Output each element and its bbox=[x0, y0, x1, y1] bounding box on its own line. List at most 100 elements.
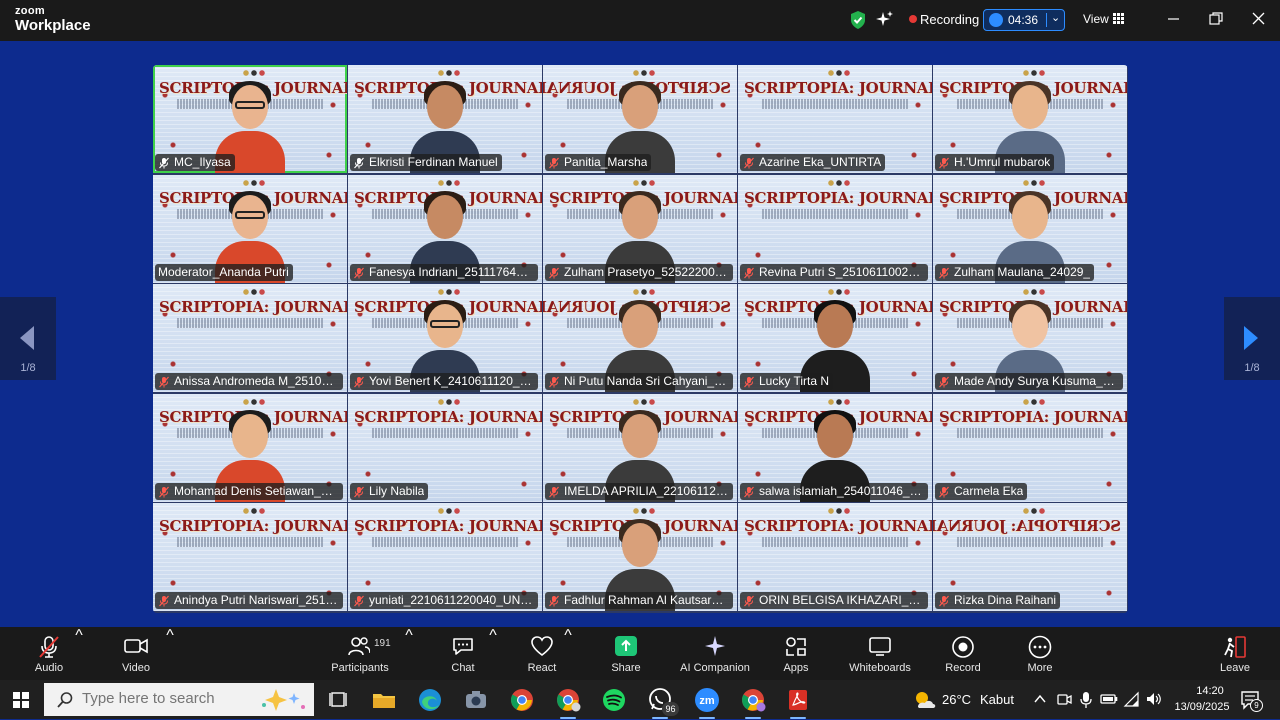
search-input[interactable] bbox=[82, 690, 232, 707]
chat-options-caret-icon[interactable]: ^ bbox=[488, 627, 498, 680]
participant-tile[interactable]: SCRIPTOPIA: JOURNAL TALKS Azarine Eka_UNT… bbox=[738, 65, 932, 173]
participant-tile[interactable]: SCRIPTOPIA: JOURNAL TALKSFanesya Indrian… bbox=[348, 175, 542, 283]
audio-options-caret-icon[interactable]: ^ bbox=[74, 627, 84, 680]
notification-count: 9 bbox=[1250, 699, 1263, 712]
meeting-timer[interactable]: 04:36 ⌄ bbox=[983, 9, 1065, 31]
participant-tile[interactable]: SCRIPTOPIA: JOURNAL TALKSIMELDA APRILIA_… bbox=[543, 394, 737, 502]
weather-condition[interactable]: Kabut bbox=[980, 692, 1014, 707]
taskbar-date[interactable]: 13/09/2025 bbox=[1170, 701, 1234, 713]
chrome-icon[interactable] bbox=[507, 685, 537, 715]
participant-tile[interactable]: SCRIPTOPIA: JOURNAL TALKSModerator_Anand… bbox=[153, 175, 347, 283]
muted-mic-icon bbox=[744, 267, 754, 278]
muted-mic-icon bbox=[549, 267, 559, 278]
share-button[interactable]: Share bbox=[605, 627, 647, 680]
participant-tile[interactable]: SCRIPTOPIA: JOURNAL TALKSsalwa islamiah_… bbox=[738, 394, 932, 502]
participant-tile[interactable]: SCRIPTOPIA: JOURNAL TALKS ORIN BELGISA IK… bbox=[738, 503, 932, 611]
participant-tile[interactable]: SCRIPTOPIA: JOURNAL TALKSMohamad Denis S… bbox=[153, 394, 347, 502]
recording-label[interactable]: Recording bbox=[920, 12, 979, 27]
windows-start-icon[interactable] bbox=[13, 692, 29, 708]
react-options-caret-icon[interactable]: ^ bbox=[563, 627, 573, 680]
participant-tile[interactable]: SCRIPTOPIA: JOURNAL TALKSNi Putu Nanda S… bbox=[543, 284, 737, 392]
chat-label: Chat bbox=[451, 662, 475, 674]
participant-name: Zulham Maulana_24029_ bbox=[954, 265, 1091, 279]
apps-button[interactable]: Apps bbox=[775, 627, 817, 680]
participant-name-tag: IMELDA APRILIA_22106112200... bbox=[545, 483, 733, 500]
participant-tile[interactable]: SCRIPTOPIA: JOURNAL TALKSZulham Prasetyo… bbox=[543, 175, 737, 283]
react-button[interactable]: React bbox=[521, 627, 563, 680]
participant-tile[interactable]: SCRIPTOPIA: JOURNAL TALKSYovi Benert K_2… bbox=[348, 284, 542, 392]
participant-tile[interactable]: SCRIPTOPIA: JOURNAL TALKS Anissa Andromed… bbox=[153, 284, 347, 392]
banner-decoration bbox=[828, 289, 850, 295]
participant-tile[interactable]: SCRIPTOPIA: JOURNAL TALKSPanitia_Marsha bbox=[543, 65, 737, 173]
participant-name-tag: Anissa Andromeda M_251061... bbox=[155, 373, 343, 390]
participant-tile[interactable]: SCRIPTOPIA: JOURNAL TALKSZulham Maulana_… bbox=[933, 175, 1127, 283]
meeting-controls: Audio ^ Video ^ 191 Participants ^ Chat … bbox=[0, 627, 1280, 680]
weather-icon[interactable] bbox=[912, 689, 938, 716]
video-options-caret-icon[interactable]: ^ bbox=[165, 627, 175, 680]
camera-app-icon[interactable] bbox=[461, 685, 491, 715]
participants-button[interactable]: 191 Participants bbox=[328, 627, 392, 680]
chrome-alt-profile-icon[interactable] bbox=[738, 685, 768, 719]
sparkle-icon[interactable] bbox=[875, 10, 895, 35]
participant-tile[interactable]: SCRIPTOPIA: JOURNAL TALKS yuniati_2210611… bbox=[348, 503, 542, 611]
participant-name-tag: Elkristi Ferdinan Manuel bbox=[350, 154, 502, 171]
chat-button[interactable]: Chat bbox=[442, 627, 484, 680]
more-button[interactable]: More bbox=[1019, 627, 1061, 680]
participant-tile[interactable]: SCRIPTOPIA: JOURNAL TALKS Revina Putri S_… bbox=[738, 175, 932, 283]
edge-browser-icon[interactable] bbox=[415, 685, 445, 715]
participant-tile[interactable]: SCRIPTOPIA: JOURNAL TALKSElkristi Ferdin… bbox=[348, 65, 542, 173]
participants-options-caret-icon[interactable]: ^ bbox=[404, 627, 414, 680]
participant-tile[interactable]: SCRIPTOPIA: JOURNAL TALKSFadhlur Rahman … bbox=[543, 503, 737, 611]
zoom-app-icon[interactable]: zm bbox=[692, 685, 722, 719]
participant-name: H.'Umrul mubarok bbox=[954, 155, 1051, 169]
view-button[interactable]: View bbox=[1083, 12, 1109, 26]
battery-icon[interactable] bbox=[1100, 691, 1118, 712]
notification-icon[interactable]: 9 bbox=[1240, 689, 1263, 716]
participant-name-tag: Lucky Tirta N bbox=[740, 373, 834, 390]
task-view-icon[interactable] bbox=[323, 685, 353, 715]
speaker-icon[interactable] bbox=[1145, 691, 1163, 712]
heart-icon bbox=[530, 635, 554, 662]
record-button[interactable]: Record bbox=[941, 627, 985, 680]
participant-tile[interactable]: SCRIPTOPIA: JOURNAL TALKSH.'Umrul mubaro… bbox=[933, 65, 1127, 173]
whiteboards-button[interactable]: Whiteboards bbox=[844, 627, 916, 680]
video-button[interactable]: Video bbox=[115, 627, 157, 680]
file-explorer-icon[interactable] bbox=[369, 685, 399, 715]
close-icon[interactable] bbox=[1247, 8, 1271, 30]
clock-icon bbox=[989, 13, 1003, 27]
chevron-down-icon[interactable]: ⌄ bbox=[1051, 11, 1060, 24]
banner-decoration bbox=[438, 180, 460, 186]
participant-tile[interactable]: SCRIPTOPIA: JOURNAL TALKSMade Andy Surya… bbox=[933, 284, 1127, 392]
ai-companion-button[interactable]: AI Companion bbox=[676, 627, 754, 680]
leave-button[interactable]: Leave bbox=[1214, 627, 1256, 680]
participant-tile[interactable]: SCRIPTOPIA: JOURNAL TALKSMC_Ilyasa bbox=[153, 65, 347, 173]
participant-name: Carmela Eka bbox=[954, 484, 1024, 498]
participant-tile[interactable]: SCRIPTOPIA: JOURNAL TALKS Anindya Putri N… bbox=[153, 503, 347, 611]
taskbar-time[interactable]: 14:20 bbox=[1186, 685, 1234, 697]
weather-temperature[interactable]: 26°C bbox=[942, 692, 971, 707]
shield-check-icon[interactable] bbox=[849, 10, 867, 35]
minimize-icon[interactable] bbox=[1162, 8, 1186, 30]
banner-decoration bbox=[828, 70, 850, 76]
participant-tile[interactable]: SCRIPTOPIA: JOURNAL TALKS Lily Nabila bbox=[348, 394, 542, 502]
microphone-tray-icon[interactable] bbox=[1078, 691, 1094, 714]
audio-button[interactable]: Audio bbox=[28, 627, 70, 680]
participant-tile[interactable]: SCRIPTOPIA: JOURNAL TALKS Rizka Dina Raih… bbox=[933, 503, 1127, 611]
participant-name: Yovi Benert K_2410611120_UP... bbox=[369, 374, 534, 388]
meet-now-icon[interactable] bbox=[1056, 691, 1072, 712]
participant-tile[interactable]: SCRIPTOPIA: JOURNAL TALKSLucky Tirta N bbox=[738, 284, 932, 392]
next-page-button[interactable]: 1/8 bbox=[1224, 297, 1280, 380]
wifi-icon[interactable] bbox=[1123, 691, 1141, 712]
grid-view-icon[interactable] bbox=[1113, 13, 1124, 24]
taskbar-search[interactable] bbox=[44, 683, 314, 716]
participant-count: 191 bbox=[374, 638, 391, 649]
whatsapp-icon[interactable]: 96 bbox=[645, 685, 679, 719]
chevron-up-icon[interactable] bbox=[1033, 691, 1047, 712]
pdf-reader-icon[interactable] bbox=[783, 685, 813, 719]
participant-tile[interactable]: SCRIPTOPIA: JOURNAL TALKS Carmela Eka bbox=[933, 394, 1127, 502]
chrome-profile-icon[interactable] bbox=[553, 685, 583, 719]
banner-decoration bbox=[1023, 508, 1045, 514]
previous-page-button[interactable]: 1/8 bbox=[0, 297, 56, 380]
spotify-icon[interactable] bbox=[599, 685, 629, 715]
restore-icon[interactable] bbox=[1204, 8, 1228, 30]
